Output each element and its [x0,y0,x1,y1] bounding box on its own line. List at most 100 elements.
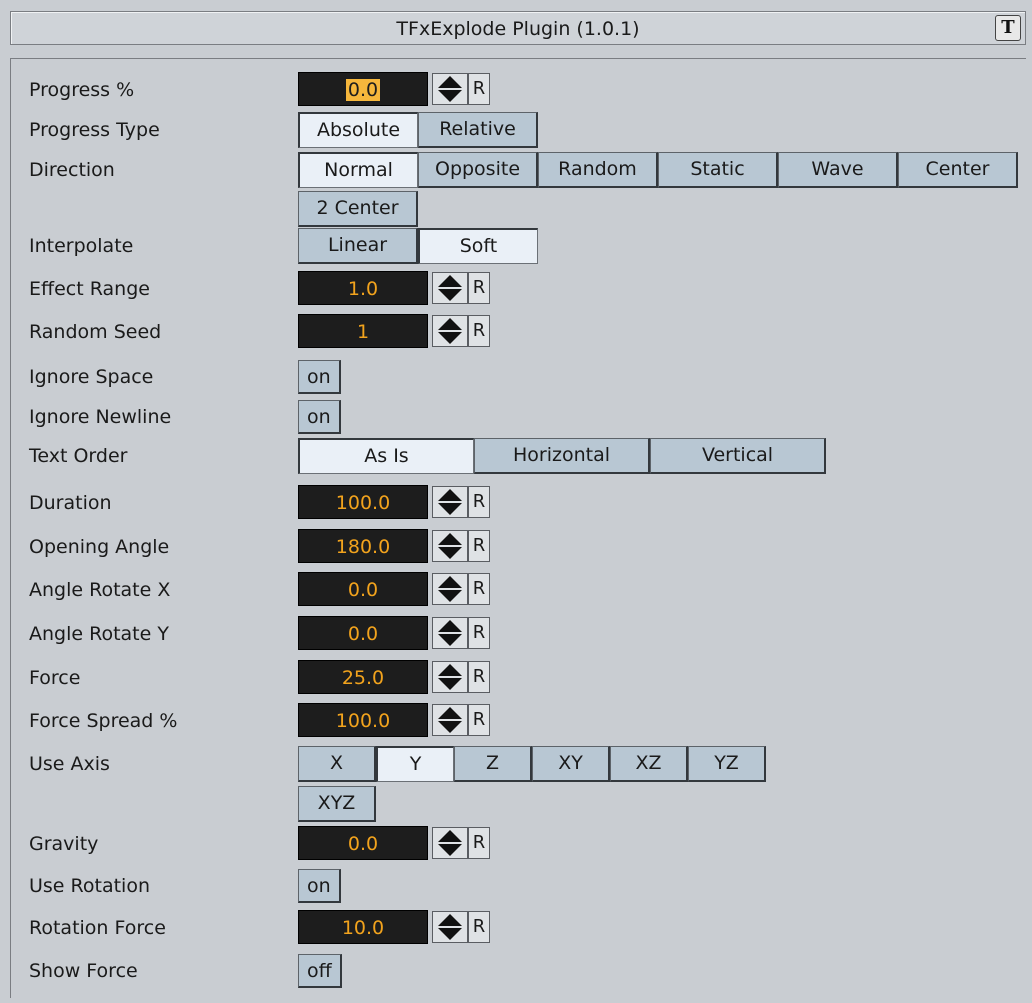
ignore-space-label: Ignore Space [29,366,154,388]
progress-reset-button[interactable]: R [468,73,490,105]
row-show-force: Show Force off [11,952,1026,988]
row-text-order: Text Order As Is Horizontal Vertical [11,437,1026,474]
row-use-rotation: Use Rotation on [11,867,1026,903]
row-force: Force 25.0 R [11,659,1026,695]
interpolate-soft-button[interactable]: Soft [418,228,538,264]
use-rotation-label: Use Rotation [29,875,150,897]
force-spread-label: Force Spread % [29,710,178,732]
rotation-force-field[interactable]: 10.0 [298,910,428,944]
force-spread-spinner-icon[interactable] [432,704,468,736]
random-seed-reset-button[interactable]: R [468,315,490,347]
opening-angle-label: Opening Angle [29,536,170,558]
row-angle-rotate-x: Angle Rotate X 0.0 R [11,571,1026,607]
text-order-horizontal-button[interactable]: Horizontal [474,438,650,474]
use-axis-x-button[interactable]: X [298,746,376,782]
direction-opposite-button[interactable]: Opposite [418,152,538,188]
row-rotation-force: Rotation Force 10.0 R [11,909,1026,945]
effect-range-spinner-icon[interactable] [432,272,468,304]
use-axis-label: Use Axis [29,753,110,775]
force-spread-reset-button[interactable]: R [468,704,490,736]
row-use-axis-2: XYZ [11,785,1026,822]
angle-rotate-x-field[interactable]: 0.0 [298,572,428,606]
row-progress: Progress % 0.0 R [11,71,1026,107]
force-label: Force [29,667,81,689]
row-opening-angle: Opening Angle 180.0 R [11,528,1026,564]
direction-center-button[interactable]: Center [898,152,1018,188]
opening-angle-field[interactable]: 180.0 [298,529,428,563]
ignore-space-toggle[interactable]: on [298,360,341,394]
gravity-label: Gravity [29,833,99,855]
duration-reset-button[interactable]: R [468,486,490,518]
rotation-force-label: Rotation Force [29,917,166,939]
effect-range-reset-button[interactable]: R [468,272,490,304]
window-title: TFxExplode Plugin (1.0.1) [396,18,640,40]
row-ignore-newline: Ignore Newline on [11,398,1026,434]
use-axis-xy-button[interactable]: XY [532,746,610,782]
plugin-panel: Progress % 0.0 R Progress Type Absolute … [10,58,1026,998]
ignore-newline-toggle[interactable]: on [298,400,341,434]
interpolate-linear-button[interactable]: Linear [298,228,418,264]
effect-range-label: Effect Range [29,278,150,300]
angle-rotate-y-field[interactable]: 0.0 [298,616,428,650]
row-duration: Duration 100.0 R [11,484,1026,520]
progress-type-relative-button[interactable]: Relative [418,112,538,148]
opening-angle-spinner-icon[interactable] [432,530,468,562]
rotation-force-spinner-icon[interactable] [432,911,468,943]
use-axis-xz-button[interactable]: XZ [610,746,688,782]
random-seed-field[interactable]: 1 [298,314,428,348]
row-random-seed: Random Seed 1 R [11,313,1026,349]
direction-static-button[interactable]: Static [658,152,778,188]
force-field[interactable]: 25.0 [298,660,428,694]
duration-spinner-icon[interactable] [432,486,468,518]
progress-spinner-icon[interactable] [432,73,468,105]
direction-normal-button[interactable]: Normal [298,152,418,188]
ignore-newline-label: Ignore Newline [29,406,172,428]
angle-rotate-x-label: Angle Rotate X [29,579,171,601]
angle-rotate-x-spinner-icon[interactable] [432,573,468,605]
row-interpolate: Interpolate Linear Soft [11,227,1026,264]
rotation-force-reset-button[interactable]: R [468,911,490,943]
gravity-spinner-icon[interactable] [432,827,468,859]
use-rotation-toggle[interactable]: on [298,869,341,903]
direction-label: Direction [29,159,115,181]
progress-type-absolute-button[interactable]: Absolute [298,112,418,148]
force-reset-button[interactable]: R [468,661,490,693]
effect-range-field[interactable]: 1.0 [298,271,428,305]
row-gravity: Gravity 0.0 R [11,825,1026,861]
use-axis-y-button[interactable]: Y [376,746,454,782]
use-axis-xyz-button[interactable]: XYZ [298,786,376,822]
title-bar: TFxExplode Plugin (1.0.1) T [10,11,1026,45]
row-effect-range: Effect Range 1.0 R [11,270,1026,306]
duration-label: Duration [29,492,112,514]
random-seed-label: Random Seed [29,321,162,343]
text-order-as-is-button[interactable]: As Is [298,438,474,474]
gravity-reset-button[interactable]: R [468,827,490,859]
use-axis-yz-button[interactable]: YZ [688,746,766,782]
text-order-vertical-button[interactable]: Vertical [650,438,826,474]
angle-rotate-y-spinner-icon[interactable] [432,617,468,649]
angle-rotate-y-reset-button[interactable]: R [468,617,490,649]
direction-wave-button[interactable]: Wave [778,152,898,188]
row-angle-rotate-y: Angle Rotate Y 0.0 R [11,615,1026,651]
direction-random-button[interactable]: Random [538,152,658,188]
row-use-axis: Use Axis X Y Z XY XZ YZ [11,745,1026,782]
show-force-label: Show Force [29,960,138,982]
opening-angle-reset-button[interactable]: R [468,530,490,562]
row-force-spread: Force Spread % 100.0 R [11,702,1026,738]
progress-field[interactable]: 0.0 [298,72,428,106]
direction-2-center-button[interactable]: 2 Center [298,191,418,227]
angle-rotate-x-reset-button[interactable]: R [468,573,490,605]
row-direction: Direction Normal Opposite Random Static … [11,151,1026,188]
use-axis-z-button[interactable]: Z [454,746,532,782]
duration-field[interactable]: 100.0 [298,485,428,519]
progress-label: Progress % [29,79,135,101]
show-force-toggle[interactable]: off [298,954,342,988]
interpolate-label: Interpolate [29,235,134,257]
angle-rotate-y-label: Angle Rotate Y [29,623,169,645]
gravity-field[interactable]: 0.0 [298,826,428,860]
random-seed-spinner-icon[interactable] [432,315,468,347]
force-spread-field[interactable]: 100.0 [298,703,428,737]
plugin-logo-icon[interactable]: T [995,15,1021,41]
force-spinner-icon[interactable] [432,661,468,693]
progress-type-label: Progress Type [29,119,160,141]
